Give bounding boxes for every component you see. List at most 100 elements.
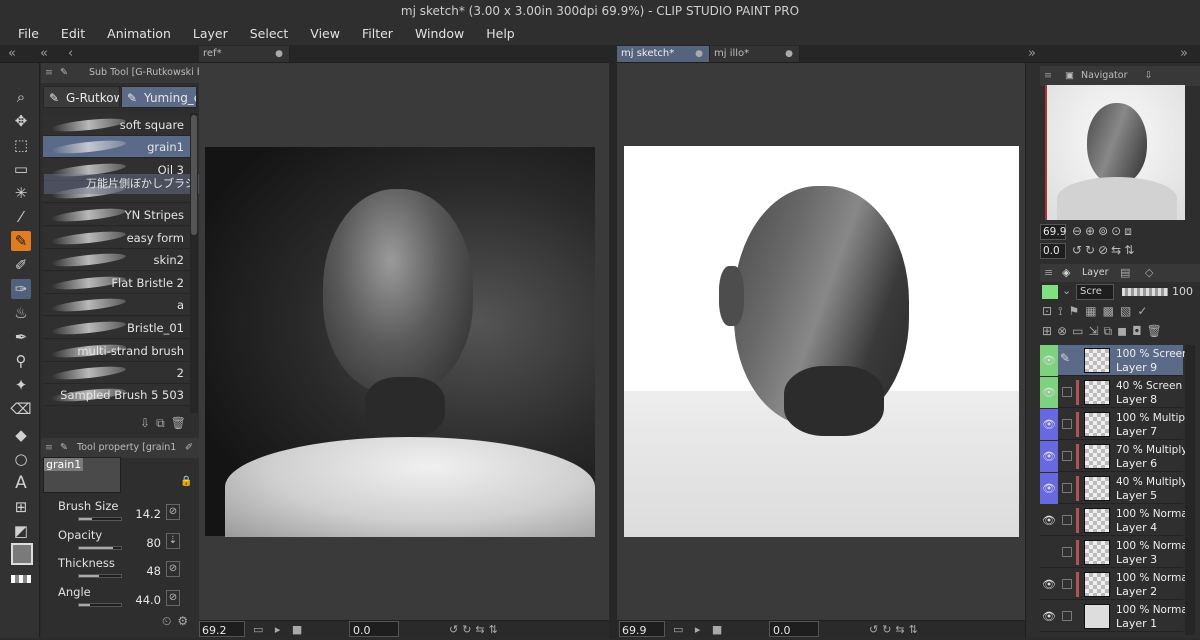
decoration-icon[interactable]: ✒ bbox=[11, 327, 31, 347]
tab-close-icon[interactable]: ● bbox=[695, 46, 703, 62]
layer-color-swatch[interactable] bbox=[1042, 285, 1058, 299]
menu-animation[interactable]: Animation bbox=[107, 26, 171, 41]
sparkle-tool-icon[interactable]: ✦ bbox=[11, 375, 31, 395]
eraser-icon[interactable]: ⌫ bbox=[10, 399, 31, 419]
menu-filter[interactable]: Filter bbox=[362, 26, 393, 41]
menu-view[interactable]: View bbox=[310, 26, 340, 41]
collapse-right-icon[interactable]: » bbox=[1028, 45, 1036, 63]
zoom-field[interactable]: 69.2 bbox=[199, 621, 245, 637]
visibility-toggle[interactable] bbox=[1040, 537, 1058, 568]
layer-checkbox[interactable] bbox=[1062, 579, 1072, 589]
pencil-tool-icon[interactable]: ✐ bbox=[11, 255, 31, 275]
pressure-toggle-icon[interactable]: ⇣ bbox=[166, 533, 180, 549]
pressure-toggle-icon[interactable]: ⊘ bbox=[166, 590, 180, 606]
brush-item[interactable]: a bbox=[43, 294, 190, 316]
layer-checkbox[interactable] bbox=[1062, 387, 1072, 397]
thickness-row[interactable]: Thickness 48 ⊘ bbox=[44, 552, 194, 580]
blend-tool-icon[interactable]: ⚲ bbox=[11, 351, 31, 371]
visibility-eye-icon[interactable]: 👁 bbox=[1040, 409, 1058, 440]
chevron-down-icon[interactable]: ⌄ bbox=[1062, 284, 1071, 297]
mask-icon[interactable]: ▧ bbox=[1120, 304, 1137, 318]
transparent-color-swatch[interactable] bbox=[11, 575, 31, 583]
zoom-controls[interactable]: ▭ ▸ ■ bbox=[253, 621, 306, 639]
layer-row[interactable]: 👁 40 % Multiply Layer 5 bbox=[1040, 473, 1187, 504]
transfer-icon[interactable]: ⇲ bbox=[1088, 324, 1103, 338]
layer-checkbox[interactable] bbox=[1062, 419, 1072, 429]
menu-edit[interactable]: Edit bbox=[61, 26, 85, 41]
navigator-rotation-field[interactable]: 0.0 bbox=[1040, 243, 1066, 259]
layer-checkbox[interactable] bbox=[1062, 515, 1072, 525]
brush-item[interactable]: Sampled Brush 5 503 bbox=[43, 384, 190, 406]
eyedropper-icon[interactable]: ⁄ bbox=[11, 207, 31, 227]
zoom-controls[interactable]: ▭ ▸ ■ bbox=[673, 621, 726, 639]
selection-tool-icon[interactable]: ▭ bbox=[11, 159, 31, 179]
navigator-zoom-controls[interactable]: ⊖⊕⊚⊙⧈ bbox=[1072, 224, 1135, 239]
clip-icon[interactable]: ⟟ bbox=[1058, 304, 1068, 318]
tab-mj-illo[interactable]: mj illo* ● bbox=[710, 46, 800, 62]
opacity-slider[interactable] bbox=[1122, 288, 1168, 296]
opacity-row[interactable]: Opacity 80 ⇣ bbox=[44, 524, 194, 552]
ruler-tool-icon[interactable]: ⊞ bbox=[11, 497, 31, 517]
zoom-tool-icon[interactable]: ⌕ bbox=[11, 87, 31, 107]
layer-row[interactable]: 👁 40 % Screen Layer 8 bbox=[1040, 377, 1183, 408]
copy-icon[interactable]: ⧉ bbox=[156, 416, 171, 430]
thickness-slider[interactable] bbox=[78, 574, 122, 578]
menu-icon[interactable]: ≡ bbox=[1044, 70, 1052, 81]
angle-slider[interactable] bbox=[78, 603, 122, 607]
layer-row[interactable]: 👁 100 % Normal Layer 2 bbox=[1040, 569, 1191, 600]
visibility-eye-icon[interactable]: 👁 bbox=[1040, 569, 1058, 600]
zoom-field[interactable]: 69.9 bbox=[619, 621, 665, 637]
mask-create-icon[interactable]: ◼ bbox=[1117, 324, 1132, 338]
layer-row[interactable]: 100 % Normal Layer 3 bbox=[1040, 537, 1191, 568]
layer-search-icon[interactable]: ◇ bbox=[1145, 266, 1153, 279]
pen-tool-icon[interactable]: ✎ bbox=[11, 231, 31, 251]
lock-alpha-icon[interactable]: ▩ bbox=[1103, 304, 1120, 318]
layer-row[interactable]: 👁 ✎ 100 % Screen Layer 9 bbox=[1040, 345, 1189, 376]
brush-item[interactable]: Bristle_01 bbox=[43, 317, 190, 339]
collapse-subtool-icon[interactable]: « bbox=[40, 45, 48, 63]
layer-row[interactable]: 👁 100 % Normal Layer 4 bbox=[1040, 505, 1191, 536]
new-folder-icon[interactable]: ▭ bbox=[1072, 324, 1088, 338]
visibility-eye-icon[interactable]: 👁 bbox=[1040, 377, 1058, 408]
new-raster-icon[interactable]: ⊞ bbox=[1042, 324, 1057, 338]
ref-layer-icon[interactable]: ⚑ bbox=[1069, 304, 1086, 318]
opacity-slider[interactable] bbox=[78, 546, 122, 550]
menu-help[interactable]: Help bbox=[486, 26, 515, 41]
mask-apply-icon[interactable]: ◘ bbox=[1132, 324, 1147, 338]
navigator-preview[interactable] bbox=[1045, 85, 1185, 220]
lock-icon[interactable]: ⊡ bbox=[1042, 304, 1058, 318]
check-icon[interactable]: ✓ bbox=[1137, 304, 1153, 318]
visibility-eye-icon[interactable]: 👁 bbox=[1040, 601, 1058, 632]
menu-icon[interactable]: ≡ bbox=[1044, 266, 1053, 279]
brush-item[interactable]: easy form bbox=[43, 227, 190, 249]
brush-item[interactable]: YN Stripes bbox=[43, 204, 190, 226]
draft-icon[interactable]: ▦ bbox=[1085, 304, 1102, 318]
visibility-eye-icon[interactable]: 👁 bbox=[1040, 505, 1058, 536]
subtool-scrollbar[interactable] bbox=[190, 113, 198, 413]
object-tool-icon[interactable]: ⬚ bbox=[11, 135, 31, 155]
download-icon[interactable]: ⇩ bbox=[1145, 70, 1153, 81]
subtool-group-g-rutkow[interactable]: ✎ G-Rutkow bbox=[43, 86, 120, 108]
layer-checkbox[interactable] bbox=[1062, 611, 1072, 621]
brush-size-slider[interactable] bbox=[78, 517, 122, 521]
layer-row[interactable]: 👁 100 % Multiply Layer 7 bbox=[1040, 409, 1194, 440]
blend-mode-select[interactable]: Scre bbox=[1076, 284, 1114, 300]
combine-icon[interactable]: ⧉ bbox=[1104, 324, 1118, 338]
canvas-divider[interactable] bbox=[609, 45, 617, 638]
move-tool-icon[interactable]: ✥ bbox=[11, 111, 31, 131]
brush-tool-icon[interactable]: ✑ bbox=[11, 279, 31, 299]
gradient-tool-icon[interactable]: ◩ bbox=[11, 521, 31, 541]
trash-icon[interactable]: 🗑 bbox=[1147, 324, 1167, 338]
trash-icon[interactable]: 🗑 bbox=[171, 416, 192, 430]
visibility-eye-icon[interactable]: 👁 bbox=[1040, 441, 1058, 472]
figure-tool-icon[interactable]: ○ bbox=[11, 449, 31, 469]
menu-select[interactable]: Select bbox=[250, 26, 289, 41]
rotate-controls[interactable]: ↺↻⇆⇅ bbox=[869, 621, 922, 639]
scroll-thumb[interactable] bbox=[191, 115, 197, 235]
subtool-group-yuming[interactable]: ✎ Yuming_e bbox=[121, 86, 197, 108]
brush-item[interactable]: Flat Bristle 2 bbox=[43, 272, 190, 294]
import-icon[interactable]: ⇩ bbox=[140, 416, 156, 430]
rotate-controls[interactable]: ↺↻⇆⇅ bbox=[449, 621, 502, 639]
tab-close-icon[interactable]: ● bbox=[785, 46, 793, 62]
layer-checkbox[interactable] bbox=[1062, 483, 1072, 493]
